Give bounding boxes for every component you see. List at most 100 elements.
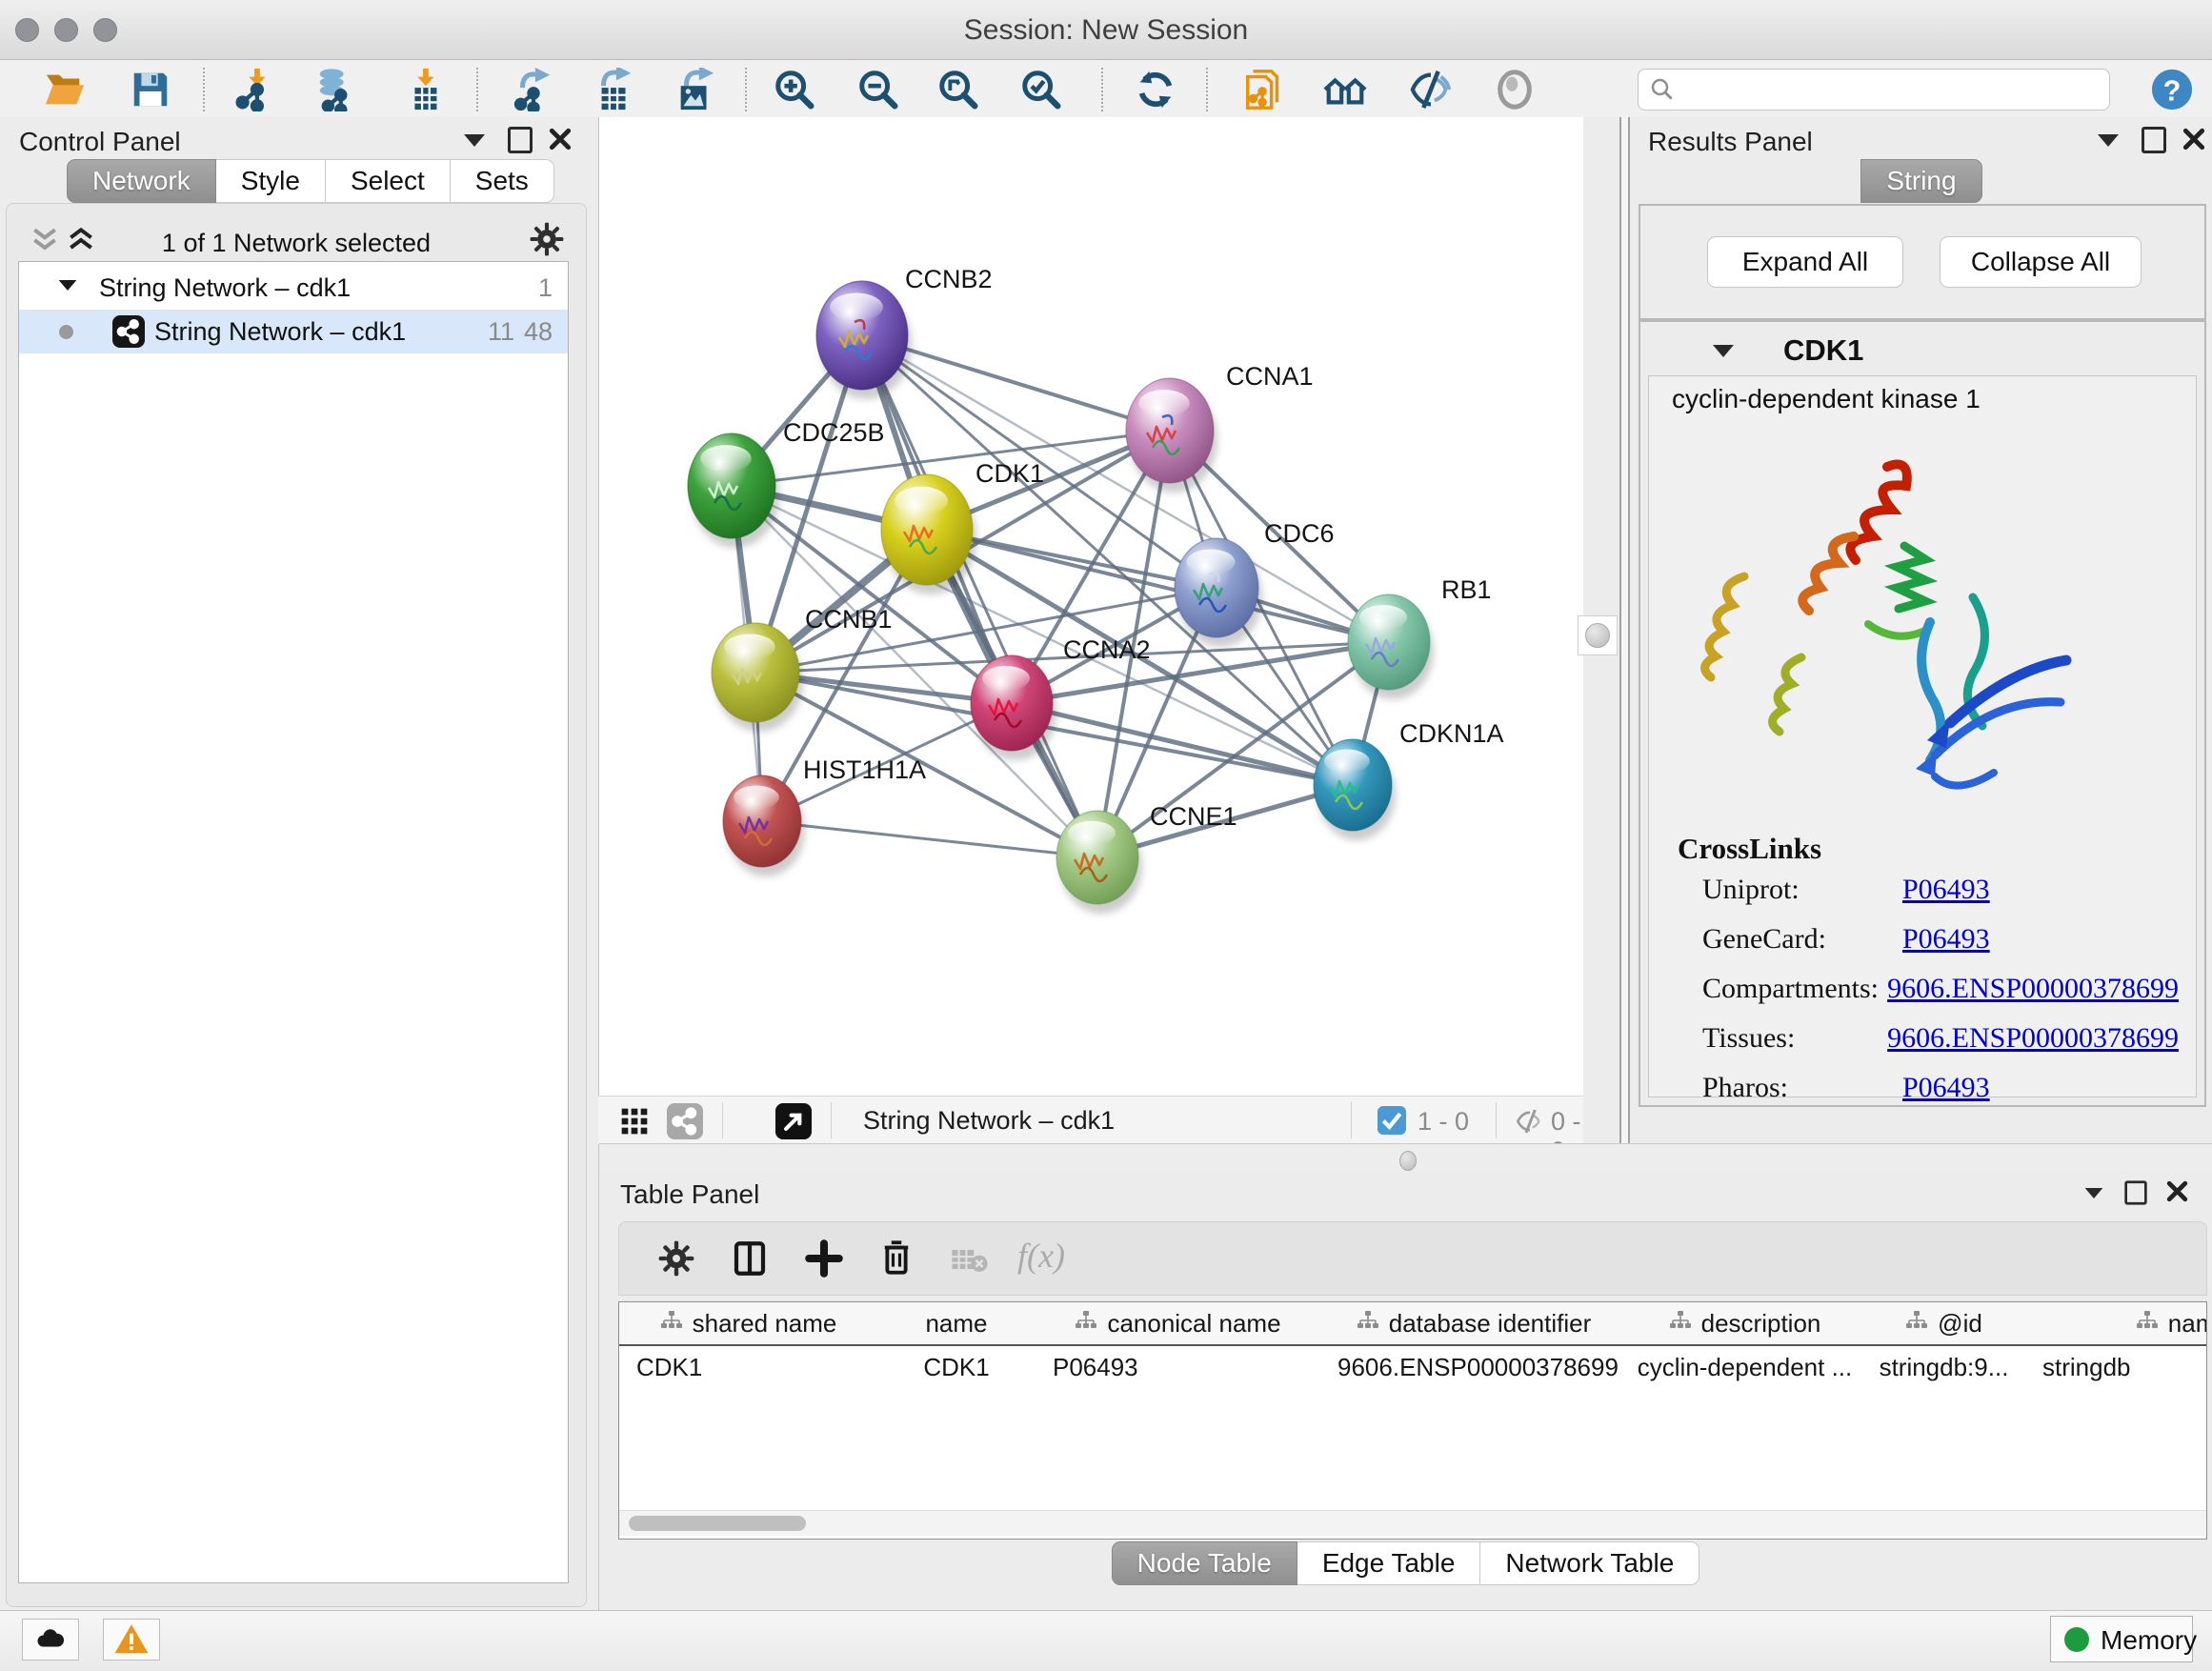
- table-cell[interactable]: CDK1: [877, 1346, 1036, 1388]
- delete-column-icon[interactable]: [876, 1236, 916, 1279]
- string-home-icon[interactable]: [1323, 68, 1367, 111]
- string-document-icon[interactable]: [1242, 68, 1286, 111]
- column-header-namespace[interactable]: namespace: [2025, 1302, 2207, 1344]
- tree-expand-icon[interactable]: [59, 280, 77, 291]
- table-cell[interactable]: 9606.ENSP00000378699: [1320, 1346, 1644, 1388]
- column-header-description[interactable]: description: [1627, 1302, 1863, 1344]
- right-splitter[interactable]: [1583, 117, 1631, 1172]
- node-CDKN1A[interactable]: CDKN1A: [1314, 719, 1504, 831]
- results-panel: Results Panel String Expand All Collapse…: [1631, 117, 2212, 1143]
- open-session-icon[interactable]: [43, 68, 87, 111]
- enable-glass-effect-icon[interactable]: [1409, 68, 1453, 111]
- import-network-icon[interactable]: [233, 68, 277, 111]
- table-cell[interactable]: stringdb:9...: [1862, 1346, 2025, 1388]
- column-header-canonical-name[interactable]: canonical name: [1036, 1302, 1321, 1344]
- tab-network[interactable]: Network: [67, 159, 216, 203]
- table-hscrollbar[interactable]: [619, 1510, 2206, 1536]
- gene-collapse-icon[interactable]: [1713, 345, 1734, 357]
- crosslink-link[interactable]: P06493: [1902, 1072, 1990, 1104]
- save-session-icon[interactable]: [129, 68, 172, 111]
- zoom-selected-icon[interactable]: [1019, 68, 1063, 111]
- cloud-icon: [38, 1629, 65, 1646]
- gene-name: CDK1: [1783, 333, 1863, 368]
- zoom-out-icon[interactable]: [856, 68, 900, 111]
- add-column-icon[interactable]: [804, 1238, 844, 1279]
- table-cell[interactable]: CDK1: [619, 1346, 895, 1388]
- export-table-icon[interactable]: [593, 68, 636, 111]
- application-window: Session: New Session: [0, 0, 2212, 1671]
- node-label-CCNB2: CCNB2: [905, 265, 993, 293]
- edge-CCNA2-CDKN1A[interactable]: [1012, 703, 1353, 785]
- node-CCNE1[interactable]: CCNE1: [1056, 802, 1237, 904]
- crosslink-link[interactable]: 9606.ENSP00000378699: [1887, 1022, 2179, 1055]
- control-panel-float-icon[interactable]: [508, 127, 533, 153]
- node-RB1[interactable]: RB1: [1348, 575, 1492, 690]
- crosslink-link[interactable]: P06493: [1902, 923, 1990, 956]
- tab-string[interactable]: String: [1860, 159, 1981, 203]
- export-image-icon[interactable]: [674, 68, 717, 111]
- cloud-button[interactable]: [22, 1619, 79, 1661]
- tab-edge-table[interactable]: Edge Table: [1297, 1541, 1481, 1585]
- results-actions-box: Expand All Collapse All: [1639, 204, 2206, 320]
- network-view-icon[interactable]: [667, 1103, 703, 1139]
- export-network-icon[interactable]: [512, 68, 555, 111]
- horizontal-splitter-handle[interactable]: [1399, 1151, 1417, 1171]
- import-table-icon[interactable]: [402, 68, 446, 111]
- table-cell[interactable]: P06493: [1036, 1346, 1337, 1388]
- zoom-fit-icon[interactable]: [936, 68, 980, 111]
- tab-style[interactable]: Style: [216, 159, 326, 203]
- crosslink-link[interactable]: 9606.ENSP00000378699: [1887, 973, 2179, 1005]
- table-row[interactable]: CDK1CDK1P064939606.ENSP00000378699cyclin…: [619, 1346, 2206, 1388]
- detach-view-icon[interactable]: [775, 1103, 812, 1139]
- table-gear-icon[interactable]: [657, 1239, 695, 1278]
- control-panel-collapse-icon[interactable]: [464, 134, 485, 147]
- warning-icon: [112, 1621, 151, 1658]
- table-cell[interactable]: stringdb: [2025, 1346, 2207, 1388]
- tab-network-table[interactable]: Network Table: [1480, 1541, 1699, 1585]
- memory-button[interactable]: Memory: [2050, 1616, 2193, 1662]
- import-network-from-database-icon[interactable]: [313, 68, 357, 111]
- help-icon[interactable]: ?: [2150, 68, 2194, 111]
- node-CCNA1[interactable]: CCNA1: [1126, 362, 1314, 483]
- network-collection-count: 1: [538, 273, 553, 303]
- network-canvas[interactable]: CCNB2CCNA1CDC25BCDK1CDC6RB1CCNB1CCNA2CDK…: [599, 117, 1583, 1096]
- horizontal-splitter[interactable]: [599, 1143, 2212, 1173]
- tab-select[interactable]: Select: [326, 159, 451, 203]
- splitter-collapse-handle[interactable]: [1578, 615, 1618, 655]
- collapse-all-button[interactable]: Collapse All: [1940, 236, 2142, 288]
- network-collection-row[interactable]: String Network – cdk1 1: [19, 266, 568, 310]
- show-columns-icon[interactable]: [730, 1238, 770, 1279]
- node-HIST1H1A[interactable]: HIST1H1A: [723, 755, 926, 867]
- tab-node-table[interactable]: Node Table: [1112, 1541, 1297, 1585]
- table-panel-close-icon[interactable]: [2165, 1179, 2189, 1203]
- expand-all-button[interactable]: Expand All: [1707, 236, 1903, 288]
- crosslink-label: GeneCard:: [1702, 923, 1902, 956]
- table-panel-float-icon[interactable]: [2124, 1180, 2146, 1204]
- results-panel-close-icon[interactable]: [2182, 127, 2206, 151]
- warning-button[interactable]: [103, 1619, 160, 1661]
- column-header-name[interactable]: name: [877, 1302, 1036, 1344]
- search-field[interactable]: [1638, 69, 2110, 111]
- column-header-@id[interactable]: @id: [1862, 1302, 2026, 1344]
- refresh-icon[interactable]: [1134, 68, 1177, 111]
- table-cell[interactable]: cyclin-dependent ...: [1627, 1346, 1862, 1388]
- tab-sets[interactable]: Sets: [451, 159, 554, 203]
- selected-checkbox-icon[interactable]: [1377, 1106, 1406, 1135]
- control-panel-close-icon[interactable]: [548, 127, 573, 151]
- node-label-RB1: RB1: [1441, 575, 1492, 604]
- edge-CCNE1-HIST1H1A[interactable]: [762, 821, 1097, 857]
- table-hscrollbar-thumb[interactable]: [629, 1516, 806, 1531]
- network-row-selected[interactable]: String Network – cdk1 11 48: [19, 310, 568, 353]
- column-header-database-identifier[interactable]: database identifier: [1320, 1302, 1628, 1344]
- results-panel-float-icon[interactable]: [2142, 127, 2166, 153]
- node-label-HIST1H1A: HIST1H1A: [803, 755, 926, 784]
- results-panel-collapse-icon[interactable]: [2098, 134, 2119, 147]
- zoom-in-icon[interactable]: [773, 68, 816, 111]
- grid-view-icon[interactable]: [619, 1106, 650, 1141]
- column-header-shared-name[interactable]: shared name: [619, 1302, 878, 1344]
- search-input[interactable]: [1684, 73, 2098, 106]
- crosslink-link[interactable]: P06493: [1902, 874, 1990, 906]
- network-options-gear-icon[interactable]: [529, 221, 565, 257]
- table-panel-collapse-icon[interactable]: [2085, 1188, 2103, 1198]
- disable-glass-effect-icon[interactable]: [1493, 68, 1537, 111]
